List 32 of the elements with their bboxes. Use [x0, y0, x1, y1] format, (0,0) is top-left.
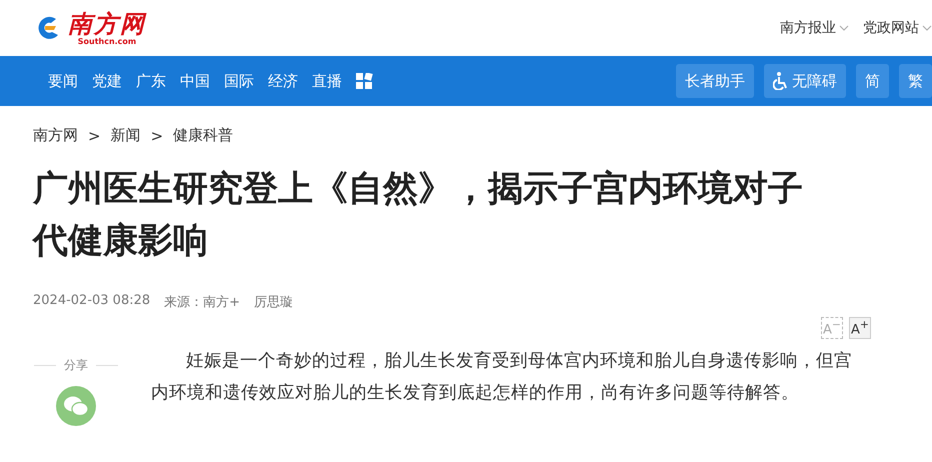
- nav-item[interactable]: 党建: [92, 72, 122, 90]
- nav-item[interactable]: 中国: [180, 72, 210, 90]
- top-link[interactable]: 党政网站: [863, 19, 932, 37]
- nav-tool-button[interactable]: 繁: [899, 64, 932, 98]
- top-link[interactable]: 南方报业: [780, 19, 849, 37]
- nav-item[interactable]: 直播: [312, 72, 342, 90]
- article-author: 厉思璇: [254, 294, 294, 311]
- breadcrumb-separator: >: [88, 126, 101, 144]
- nav-item[interactable]: 要闻: [48, 72, 78, 90]
- nav-tool-button[interactable]: 无障碍: [764, 64, 846, 98]
- breadcrumb-separator: >: [150, 126, 164, 144]
- nav-tool-button[interactable]: 简: [856, 64, 889, 98]
- breadcrumb-link[interactable]: 新闻: [110, 126, 141, 145]
- chevron-down-icon: [839, 25, 849, 31]
- article-paragraph: 妊娠是一个奇妙的过程，胎儿生长发育受到母体宫内环境和胎儿自身遗传影响，但宫内环境和遗传效应对胎儿的生长发育到底起怎样的作用，尚有许多问题等待解答。: [151, 350, 853, 405]
- nav-item[interactable]: 国际: [224, 72, 254, 90]
- grid-icon[interactable]: [356, 72, 373, 90]
- nav-item[interactable]: 广东: [136, 72, 166, 90]
- publish-date: 2024-02-03 08:28: [33, 293, 150, 310]
- wheelchair-icon: [773, 72, 789, 90]
- logo-name: 南方网: [68, 10, 146, 36]
- breadcrumb-link[interactable]: 健康科普: [173, 126, 234, 145]
- breadcrumb-link[interactable]: 南方网: [33, 126, 78, 145]
- nav-item[interactable]: 经济: [268, 72, 298, 90]
- logo-domain: Southcn.com: [78, 36, 136, 46]
- chat-bubbles-icon: [63, 395, 89, 417]
- nav-tool-button[interactable]: 长者助手: [676, 64, 754, 98]
- article-source: 来源：南方+: [164, 294, 240, 311]
- share-label: 分享: [64, 357, 88, 374]
- font-size-button[interactable]: A$^{+}$: [849, 317, 871, 339]
- article-title: 广州医生研究登上《自然》，揭示子宫内环境对子代健康影响: [33, 168, 804, 263]
- chevron-down-icon: [922, 25, 932, 31]
